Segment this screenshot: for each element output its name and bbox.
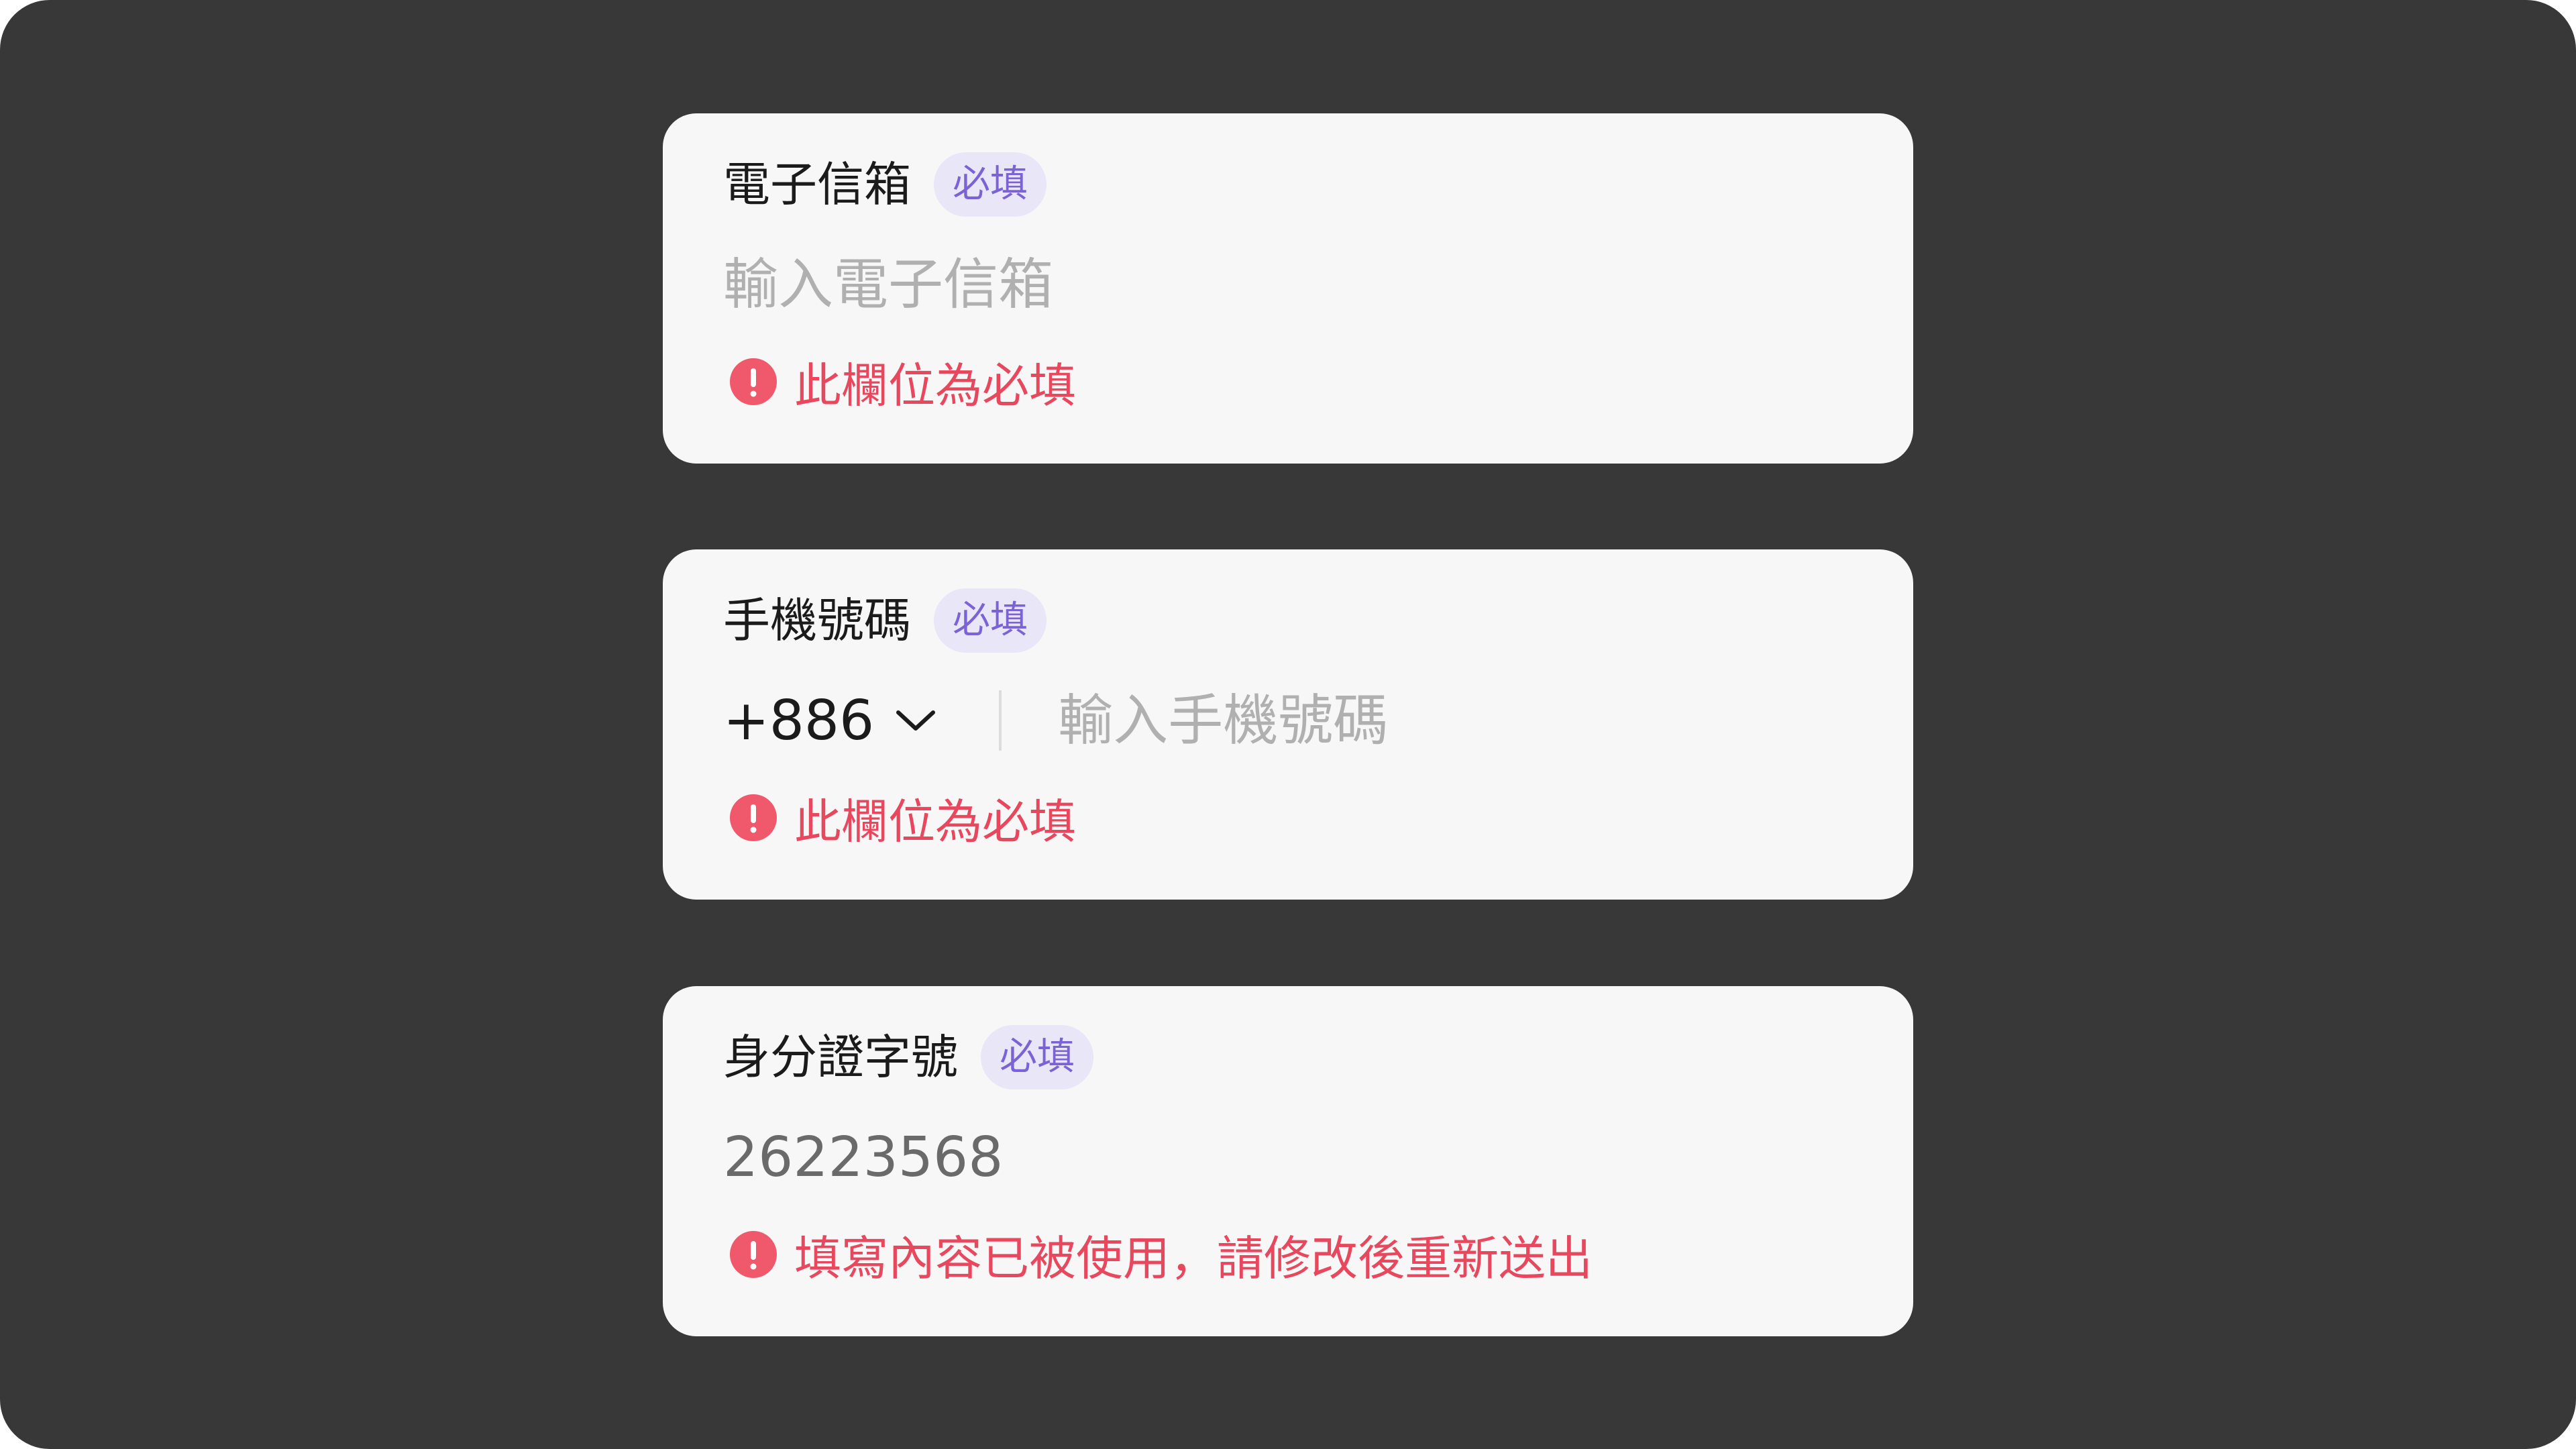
id-number-label: 身分證字號	[723, 1030, 958, 1085]
id-number-required-badge: 必填	[981, 1025, 1093, 1089]
country-code-select[interactable]: +886	[723, 684, 937, 757]
exclamation-circle-icon	[730, 1231, 777, 1278]
email-label-row: 電子信箱 必填	[723, 152, 1046, 217]
email-required-badge: 必填	[934, 152, 1046, 217]
id-number-input-row	[723, 1120, 1850, 1194]
id-number-error-row: 填寫內容已被使用，請修改後重新送出	[730, 1221, 1593, 1288]
email-label: 電子信箱	[723, 157, 911, 212]
phone-input[interactable]	[1058, 684, 1729, 757]
email-input[interactable]	[723, 248, 1662, 321]
country-code-value: +886	[723, 688, 875, 753]
phone-input-row: +886	[723, 684, 1850, 757]
email-input-row	[723, 248, 1850, 321]
exclamation-circle-icon	[730, 358, 777, 405]
phone-field-card: 手機號碼 必填 +886 此欄位為必填	[663, 549, 1913, 900]
email-error-row: 此欄位為必填	[730, 348, 1076, 415]
exclamation-circle-icon	[730, 794, 777, 841]
form-background: 電子信箱 必填 此欄位為必填 手機號碼 必填 +886	[0, 0, 2576, 1449]
id-number-field-card: 身分證字號 必填 填寫內容已被使用，請修改後重新送出	[663, 986, 1913, 1336]
email-field-card: 電子信箱 必填 此欄位為必填	[663, 113, 1913, 464]
phone-label-row: 手機號碼 必填	[723, 588, 1046, 653]
phone-label: 手機號碼	[723, 593, 911, 648]
phone-error-message: 此欄位為必填	[794, 794, 1076, 849]
phone-required-badge: 必填	[934, 588, 1046, 653]
chevron-down-icon	[896, 710, 936, 731]
input-divider	[999, 690, 1002, 751]
id-number-error-message: 填寫內容已被使用，請修改後重新送出	[794, 1230, 1593, 1286]
phone-error-row: 此欄位為必填	[730, 784, 1076, 851]
id-number-input[interactable]	[723, 1120, 1662, 1194]
email-error-message: 此欄位為必填	[794, 358, 1076, 413]
id-number-label-row: 身分證字號 必填	[723, 1025, 1093, 1089]
